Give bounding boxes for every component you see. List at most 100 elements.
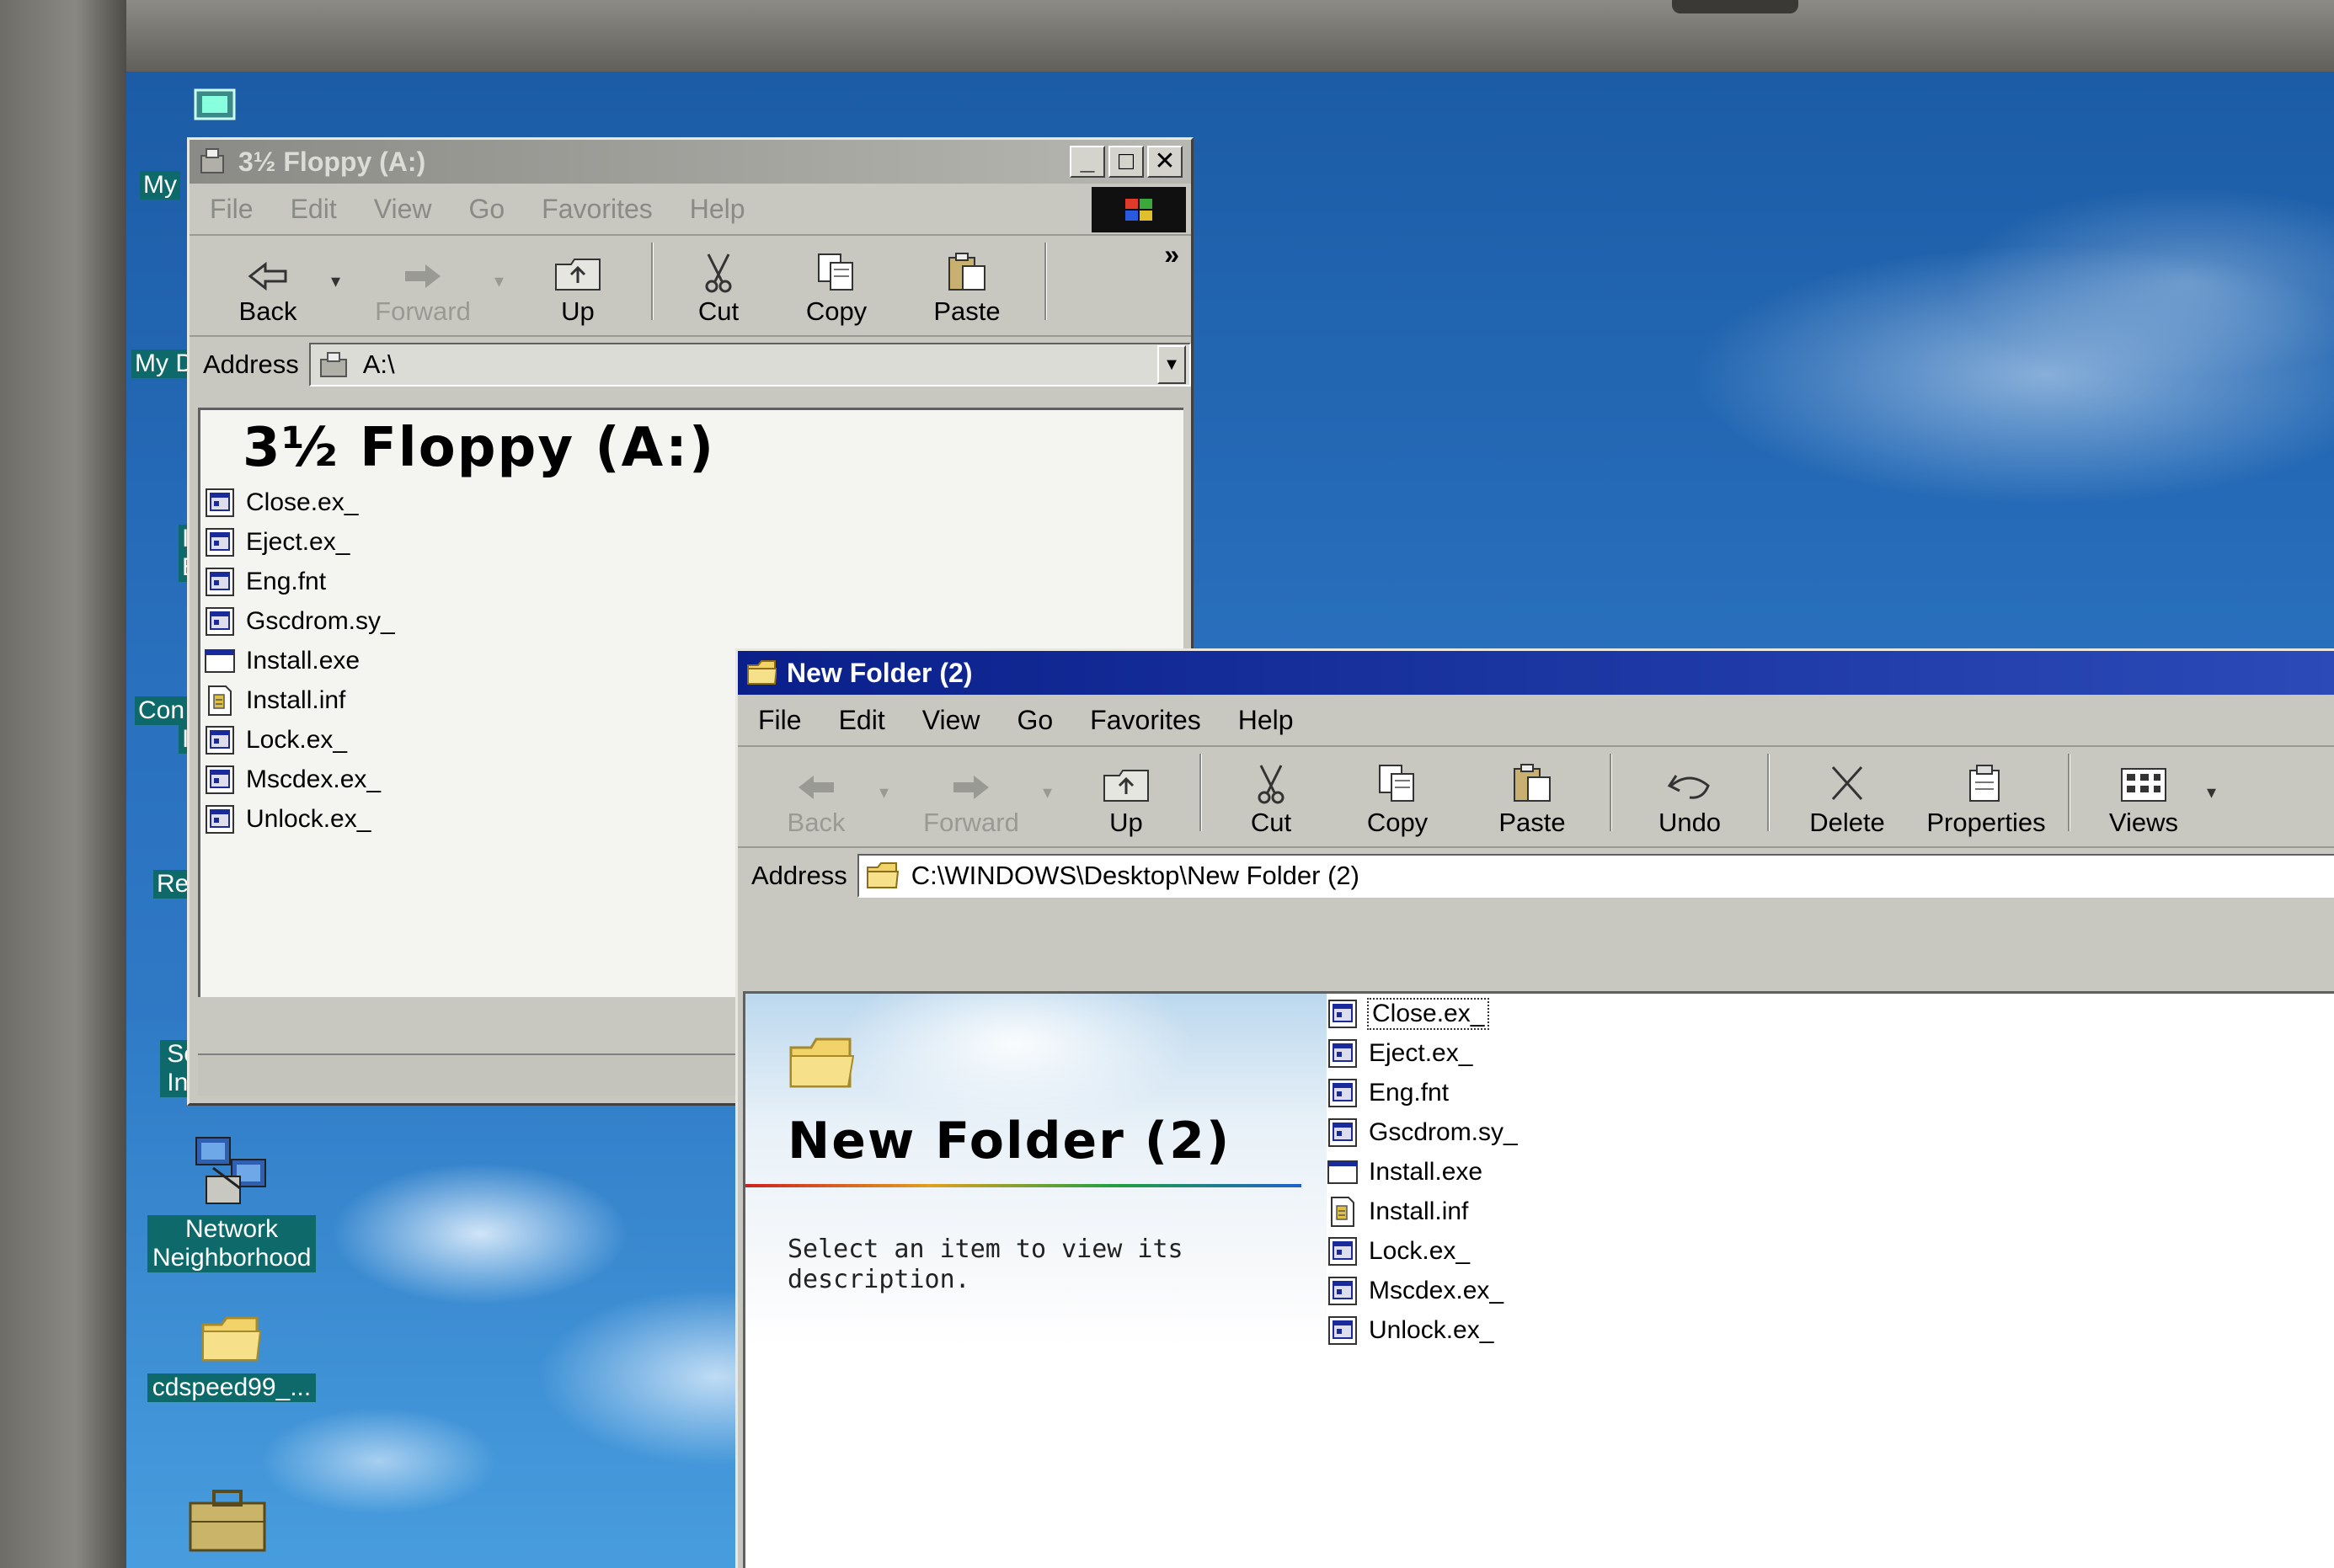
forward-arrow-icon [953, 776, 989, 799]
folder-icon [747, 660, 777, 685]
file-name: Eject.ex_ [1369, 1038, 1473, 1067]
new-folder-addressbar: Address C:\WINDOWS\Desktop\New Folder (2… [738, 848, 2334, 904]
file-item[interactable]: Install.exe [204, 641, 395, 680]
file-item[interactable]: Install.exe [1327, 1152, 1518, 1192]
address-dropdown-button[interactable]: ▼ [1157, 345, 1186, 384]
desktop-label-connect-1[interactable]: Con [135, 696, 189, 725]
menu-view[interactable]: View [374, 194, 432, 225]
file-item[interactable]: Lock.ex_ [1327, 1231, 1518, 1271]
desktop-icon-cdspeed-folder[interactable]: cdspeed99_... [143, 1309, 320, 1402]
up-button[interactable]: Up [1063, 767, 1189, 838]
file-item[interactable]: Lock.ex_ [204, 720, 395, 760]
file-item[interactable]: Mscdex.ex_ [204, 760, 395, 799]
file-item[interactable]: Close.ex_ [204, 483, 395, 522]
file-name: Gscdrom.sy_ [1369, 1117, 1518, 1146]
menu-view[interactable]: View [922, 705, 980, 736]
back-button[interactable]: Back [753, 771, 879, 838]
new-folder-window[interactable]: New Folder (2) File Edit View Go Favorit… [735, 648, 2334, 1568]
menu-file[interactable]: File [758, 705, 802, 736]
description-text: Select an item to view its description. [788, 1235, 1183, 1294]
views-button[interactable]: Views [2080, 765, 2207, 838]
file-item[interactable]: Eng.fnt [204, 562, 395, 601]
desktop-icon-network-neighborhood[interactable]: Network Neighborhood [143, 1134, 320, 1272]
paste-button[interactable]: Paste [1465, 762, 1600, 838]
toolbar-more-chevron[interactable]: » [1164, 239, 1179, 270]
toolbar-separator [1767, 754, 1770, 831]
web-view-info-panel: New Folder (2) Select an item to view it… [745, 994, 1327, 1568]
file-name: Eng.fnt [1369, 1078, 1450, 1107]
file-item[interactable]: Unlock.ex_ [204, 799, 395, 839]
forward-dropdown-arrow[interactable]: ▾ [494, 270, 515, 292]
menu-favorites[interactable]: Favorites [542, 194, 653, 225]
menu-edit[interactable]: Edit [839, 705, 885, 736]
paste-clipboard-icon [1514, 764, 1551, 802]
floppy-menubar: File Edit View Go Favorites Help [190, 184, 1191, 236]
file-item[interactable]: Eject.ex_ [204, 522, 395, 562]
address-value: C:\WINDOWS\Desktop\New Folder (2) [911, 861, 1359, 890]
floppy-window-titlebar[interactable]: 3½ Floppy (A:) _ □ ✕ [190, 140, 1191, 184]
file-name: Lock.ex_ [246, 725, 348, 754]
forward-dropdown-arrow[interactable]: ▾ [1043, 781, 1063, 803]
address-value: A:\ [362, 349, 395, 379]
menu-file[interactable]: File [210, 194, 254, 225]
file-item[interactable]: Gscdrom.sy_ [1327, 1112, 1518, 1152]
file-item[interactable]: Eject.ex_ [1327, 1033, 1518, 1073]
minimize-button[interactable]: _ [1070, 146, 1105, 178]
copy-button[interactable]: Copy [1330, 762, 1465, 838]
views-grid-icon [2121, 768, 2166, 802]
new-folder-titlebar[interactable]: New Folder (2) [738, 651, 2334, 695]
file-name: Lock.ex_ [1369, 1236, 1471, 1265]
address-field[interactable]: C:\WINDOWS\Desktop\New Folder (2) [857, 854, 2334, 898]
app-file-icon [206, 765, 234, 794]
file-item[interactable]: Mscdex.ex_ [1327, 1271, 1518, 1310]
app-file-icon [1328, 1117, 1357, 1147]
menu-help[interactable]: Help [690, 194, 745, 225]
delete-button[interactable]: Delete [1780, 762, 1915, 838]
folder-icon [789, 1037, 855, 1088]
cut-button[interactable]: Cut [1212, 762, 1330, 838]
menu-go[interactable]: Go [468, 194, 505, 225]
file-item[interactable]: Unlock.ex_ [1327, 1310, 1518, 1350]
forward-button[interactable]: Forward [900, 771, 1043, 838]
up-button[interactable]: Up [515, 256, 641, 327]
briefcase-icon[interactable] [185, 1486, 270, 1554]
views-dropdown-arrow[interactable]: ▾ [2207, 781, 2227, 803]
back-button[interactable]: Back [205, 259, 331, 327]
menu-edit[interactable]: Edit [291, 194, 337, 225]
menu-favorites[interactable]: Favorites [1090, 705, 1201, 736]
toolbar-separator [1610, 754, 1612, 831]
address-field[interactable]: A:\ ▼ [308, 343, 1191, 387]
file-item[interactable]: Install.inf [1327, 1192, 1518, 1231]
app-file-icon [206, 488, 234, 517]
back-dropdown-arrow[interactable]: ▾ [879, 781, 900, 803]
forward-button[interactable]: Forward [351, 259, 494, 327]
toolbar-separator [651, 243, 654, 320]
file-item[interactable]: Install.inf [204, 680, 395, 720]
new-folder-file-list: Close.ex_ Eject.ex_ Eng.fnt Gscdrom.sy_ Inst… [1327, 994, 1518, 1350]
menu-help[interactable]: Help [1238, 705, 1294, 736]
back-dropdown-arrow[interactable]: ▾ [331, 270, 351, 292]
properties-button[interactable]: Properties [1915, 762, 2058, 838]
paste-button[interactable]: Paste [900, 251, 1034, 327]
back-arrow-icon [798, 776, 834, 799]
app-file-icon [1328, 1276, 1357, 1305]
file-item[interactable]: Close.ex_ [1327, 994, 1518, 1033]
copy-button[interactable]: Copy [773, 251, 900, 327]
file-item[interactable]: Eng.fnt [1327, 1073, 1518, 1112]
menu-go[interactable]: Go [1017, 705, 1053, 736]
undo-button[interactable]: Undo [1622, 767, 1757, 838]
forward-arrow-icon [405, 264, 441, 288]
maximize-button[interactable]: □ [1108, 146, 1144, 178]
new-folder-toolbar: Back ▾ Forward ▾ Up Cut Copy Paste Undo … [738, 747, 2334, 848]
folder-icon [201, 1316, 262, 1362]
paste-clipboard-icon [948, 253, 985, 291]
desktop: My My D I E Con I Re Setup MSN Internet … [126, 72, 2334, 1568]
monitor-icon[interactable] [194, 88, 236, 125]
desktop-label-my-computer[interactable]: My [140, 171, 180, 200]
cut-button[interactable]: Cut [664, 251, 773, 327]
delete-x-icon [1831, 765, 1863, 801]
close-button[interactable]: ✕ [1147, 146, 1183, 178]
file-name: Mscdex.ex_ [1369, 1276, 1504, 1304]
file-item[interactable]: Gscdrom.sy_ [204, 601, 395, 641]
app-file-icon [1328, 1038, 1357, 1068]
